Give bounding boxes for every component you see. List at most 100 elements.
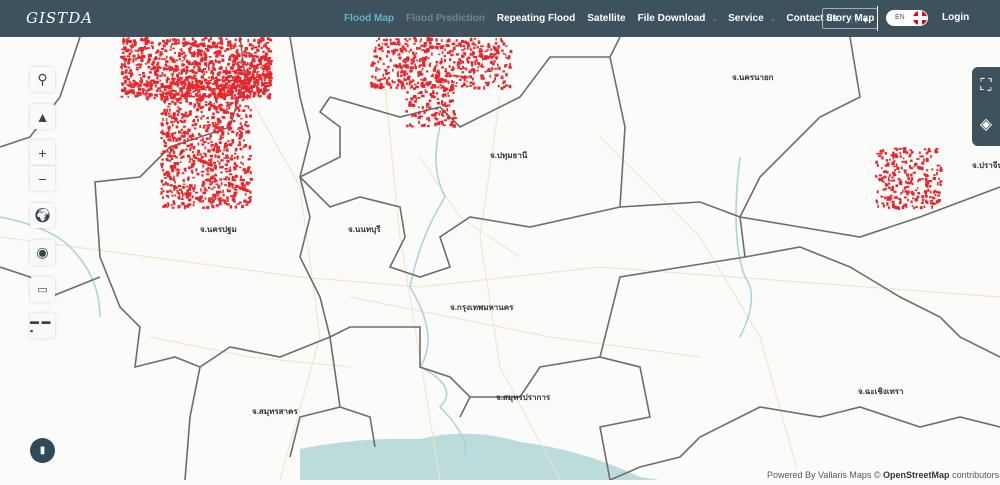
layers-button[interactable]: ◈ [972,105,1000,143]
flood-patch [493,59,496,63]
flood-patch [210,69,214,73]
nav-repeating-flood[interactable]: Repeating Flood [497,13,575,24]
flood-patch [233,152,237,155]
flood-patch [206,85,210,88]
flood-patch [414,63,416,67]
flood-patch [909,182,912,185]
gistda-logo[interactable]: GISTDA [26,9,93,27]
flood-patch [917,166,920,169]
flood-patch [125,69,128,73]
flood-patch [429,37,433,42]
flood-patch [893,153,898,156]
flood-patch [228,169,232,172]
statistics-button[interactable]: ▮ [30,438,55,463]
flood-patch [205,129,209,133]
flood-patch [196,196,200,201]
flood-patch [919,206,923,210]
flood-patch [245,113,247,116]
flood-patch [148,53,152,57]
flood-patch [882,188,885,191]
flood-patch [418,115,422,119]
flood-patch [235,100,239,104]
flood-patch [227,181,231,186]
map-canvas[interactable] [0,36,1000,481]
flood-patch [188,160,191,163]
flood-patch [875,199,878,203]
flood-patch [159,75,163,77]
flood-patch [413,37,417,40]
nav-file-download[interactable]: File Download [638,13,706,24]
nav-flood-map[interactable]: Flood Map [344,13,394,24]
flood-patch [891,163,893,166]
flood-map[interactable]: จ.นครปฐม จ.นนทบุรี จ.ปทุมธานี จ.นครนายก … [0,36,1000,481]
flood-patch [225,37,228,41]
flood-patch [244,70,247,72]
chevron-down-icon[interactable]: ⌄ [770,14,777,23]
flood-patch [481,57,484,61]
flood-patch [219,165,222,169]
zoom-in-button[interactable]: + [30,140,55,165]
flood-patch [185,148,188,151]
flood-patch [462,44,466,48]
flood-patch [195,168,198,172]
flood-patch [467,56,471,60]
layers-icon: ◈ [979,116,993,133]
flood-patch [217,92,221,96]
flood-patch [213,89,216,92]
area-search-button[interactable]: ⛶ [972,67,1000,105]
flood-patch [241,63,246,66]
flood-patch [209,161,213,165]
flood-patch [124,79,127,83]
flood-patch [219,46,223,50]
flood-patch [916,187,919,189]
flood-patch [180,52,184,55]
flood-patch [406,124,409,128]
flood-patch [202,180,205,185]
flood-patch [425,106,428,108]
flood-patch [216,79,219,82]
flood-patch [214,173,217,177]
flood-patch [886,196,890,199]
locate-button[interactable]: ◉ [30,240,55,265]
zoom-out-button[interactable]: − [30,166,55,191]
divider [877,6,878,31]
chevron-down-icon[interactable]: ⌄ [711,14,718,23]
flood-patch [238,108,241,112]
flood-patch [196,100,199,104]
navigation-button[interactable]: ▲ [30,104,55,129]
flood-patch [889,173,891,177]
flood-patch [156,76,159,80]
flood-patch [202,124,206,127]
nav-service[interactable]: Service [728,13,764,24]
flood-patch [436,121,441,126]
flood-patch [131,43,134,46]
osm-link[interactable]: OpenStreetMap [883,470,950,480]
language-toggle[interactable]: EN [886,10,928,26]
measure-button[interactable]: ▬ ▬ ▪ [30,313,55,338]
flood-patch [192,151,194,154]
flood-patch [203,140,207,143]
flood-patch [885,163,890,167]
login-link[interactable]: Login [942,12,969,23]
toolbox-button[interactable]: ▭ [30,277,55,302]
flood-patch [144,42,148,45]
search-button[interactable]: ⚲ [30,67,55,92]
flood-patch [929,199,933,202]
flood-patch [160,162,164,166]
basemap-button[interactable]: 🌍︎ [30,203,55,228]
flood-patch [182,185,185,188]
flood-patch [192,145,196,148]
flood-patch [165,113,168,117]
flood-patch [256,48,260,52]
flood-patch [219,178,223,181]
flood-patch [200,57,203,60]
flood-patch [417,75,420,78]
story-map-button[interactable]: Story Map [822,8,879,29]
nav-satellite[interactable]: Satellite [587,13,625,24]
flood-patch [903,187,906,190]
flood-patch [211,115,215,120]
nav-flood-prediction[interactable]: Flood Prediction [406,13,485,24]
flood-patch [228,103,232,106]
flood-patch [201,183,205,188]
flood-patch [139,83,142,86]
